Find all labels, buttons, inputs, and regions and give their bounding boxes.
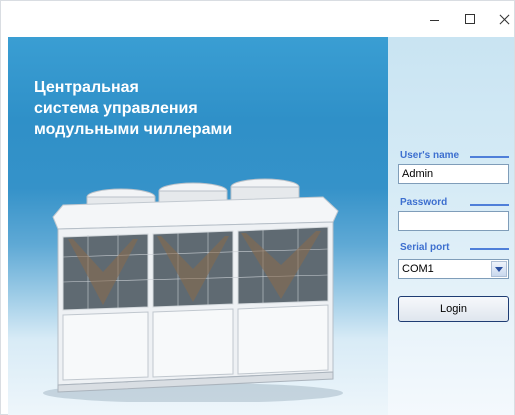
app-title: Центральная система управления модульным…	[34, 77, 334, 140]
app-title-line-2: система управления	[34, 100, 198, 117]
username-label: User's name	[400, 150, 460, 161]
serial-port-label-rule	[470, 248, 509, 250]
app-title-line-1: Центральная	[34, 79, 139, 96]
app-title-line-3: модульными чиллерами	[34, 121, 233, 138]
serial-port-value: COM1	[402, 263, 434, 275]
chevron-down-icon	[495, 266, 503, 272]
username-field[interactable]: Admin	[398, 164, 509, 184]
password-field[interactable]	[398, 211, 509, 231]
hero-banner: Центральная система управления модульным…	[8, 37, 388, 415]
username-label-rule	[470, 156, 509, 158]
close-icon	[499, 14, 510, 25]
dropdown-arrow-button[interactable]	[491, 261, 507, 277]
password-label-rule	[470, 204, 509, 206]
serial-port-label: Serial port	[400, 242, 450, 253]
minimize-button[interactable]	[425, 10, 443, 28]
chiller-unit-image	[43, 178, 343, 402]
minimize-icon	[429, 19, 439, 21]
login-button[interactable]: Login	[398, 296, 509, 322]
maximize-button[interactable]	[461, 10, 479, 28]
app-window: Центральная система управления модульным…	[0, 0, 515, 415]
close-button[interactable]	[495, 10, 513, 28]
serial-port-select[interactable]: COM1	[398, 259, 509, 279]
maximize-icon	[465, 14, 475, 24]
password-label: Password	[400, 197, 448, 208]
login-panel: User's name Admin Password Serial port C…	[388, 37, 514, 415]
title-bar	[1, 1, 514, 37]
